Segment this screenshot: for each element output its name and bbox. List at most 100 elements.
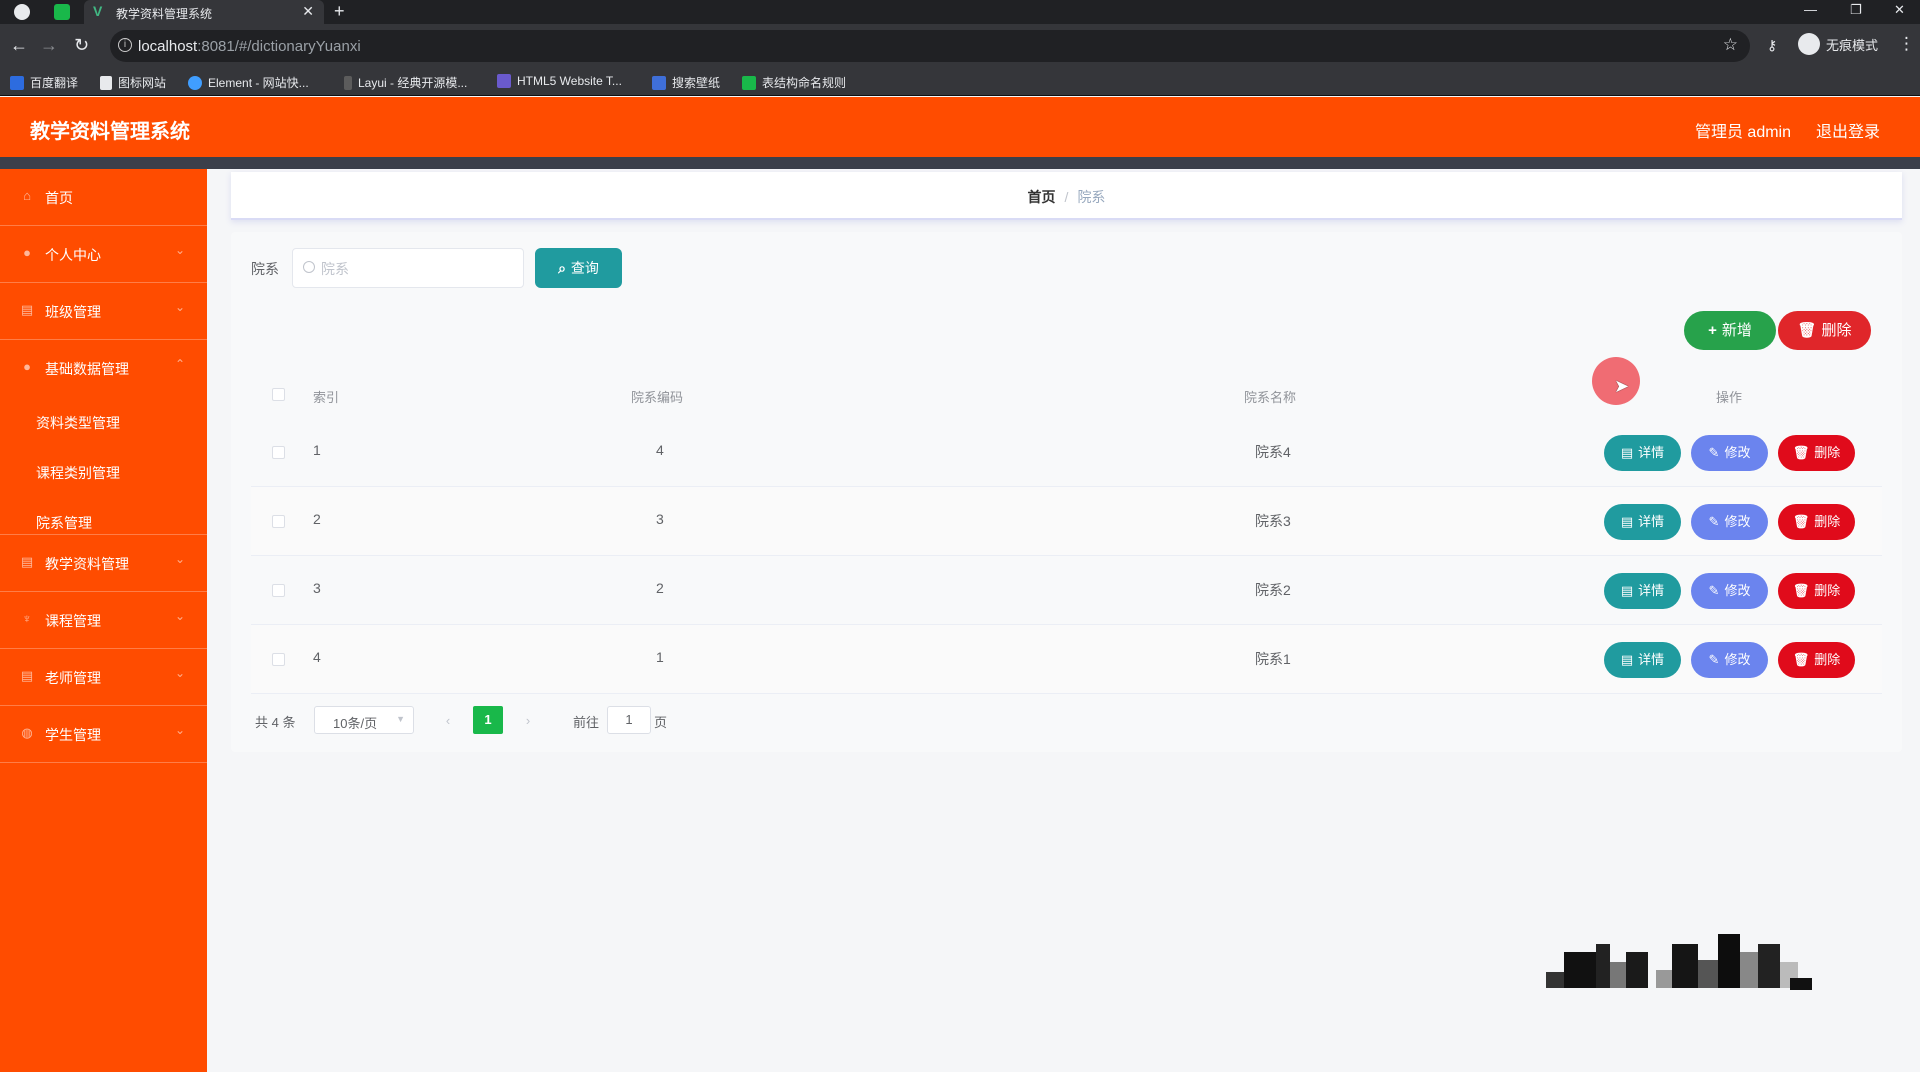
bookmark-star-icon[interactable]: ☆ bbox=[1723, 35, 1738, 55]
vue-logo-icon: V bbox=[93, 3, 103, 19]
pencil-icon: ✎ bbox=[1708, 514, 1720, 529]
incognito-icon[interactable] bbox=[1798, 33, 1820, 55]
delete-button[interactable]: 🗑 删除 bbox=[1778, 642, 1855, 678]
pagination-total: 共 4 条 bbox=[255, 715, 296, 730]
sidebar-subitem-material-type[interactable]: 资料类型管理 bbox=[0, 396, 207, 446]
bookmark-item[interactable]: Layui - 经典开源模... bbox=[344, 74, 467, 91]
sidebar-subitem-course-category[interactable]: 课程类别管理 bbox=[0, 446, 207, 496]
page-number-current[interactable]: 1 bbox=[473, 706, 503, 734]
browser-tab-active[interactable]: V 教学资料管理系统 ✕ bbox=[84, 0, 324, 24]
detail-button[interactable]: ▤ 详情 bbox=[1604, 504, 1681, 540]
reload-icon[interactable]: ↻ bbox=[74, 36, 89, 54]
edit-button[interactable]: ✎ 修改 bbox=[1691, 435, 1768, 471]
chevron-down-icon: ⌄ bbox=[174, 609, 185, 623]
grid-icon: ▤ bbox=[20, 668, 34, 683]
site-info-icon[interactable]: i bbox=[118, 38, 132, 52]
sidebar-item-label: 教学资料管理 bbox=[45, 556, 129, 572]
document-icon: ▤ bbox=[1620, 652, 1634, 667]
delete-button[interactable]: 🗑 删除 bbox=[1778, 573, 1855, 609]
cell-index: 4 bbox=[313, 649, 321, 665]
sidebar-item-student[interactable]: ◍ 学生管理 ⌄ bbox=[0, 706, 207, 763]
forward-arrow-icon[interactable]: → bbox=[40, 36, 58, 54]
row-checkbox[interactable] bbox=[272, 653, 285, 666]
batch-delete-button[interactable]: 🗑 删除 bbox=[1778, 311, 1871, 350]
sidebar-item-teaching-materials[interactable]: ▤ 教学资料管理 ⌄ bbox=[0, 535, 207, 592]
bookmark-item[interactable]: HTML5 Website T... bbox=[497, 74, 622, 88]
detail-button[interactable]: ▤ 详情 bbox=[1604, 573, 1681, 609]
sidebar-item-basic-data[interactable]: ● 基础数据管理 ⌃ bbox=[0, 340, 207, 397]
app-title: 教学资料管理系统 bbox=[30, 121, 190, 143]
bookmark-item[interactable]: 图标网站 bbox=[100, 74, 166, 91]
new-tab-icon[interactable]: + bbox=[334, 1, 345, 22]
sidebar-item-teacher[interactable]: ▤ 老师管理 ⌄ bbox=[0, 649, 207, 706]
bookmark-item[interactable]: 表结构命名规则 bbox=[742, 74, 846, 91]
table-row: 2 3 院系3 ▤ 详情 ✎ 修改 🗑 删除 bbox=[251, 487, 1882, 556]
sidebar-item-label: 个人中心 bbox=[45, 247, 101, 263]
breadcrumb-home[interactable]: 首页 bbox=[1028, 189, 1056, 205]
sidebar: ⌂ 首页 ● 个人中心 ⌄ ▤ 班级管理 ⌄ ● 基础数据管理 ⌃ 资料类型管理… bbox=[0, 169, 207, 1072]
detail-button[interactable]: ▤ 详情 bbox=[1604, 642, 1681, 678]
goto-page-input[interactable]: 1 bbox=[607, 706, 651, 734]
delete-button[interactable]: 🗑 删除 bbox=[1778, 435, 1855, 471]
pinned-tab-icon[interactable] bbox=[54, 4, 70, 20]
window-close-icon[interactable]: ✕ bbox=[1894, 2, 1905, 18]
cell-index: 1 bbox=[313, 442, 321, 458]
page-size-value: 10条/页 bbox=[333, 716, 378, 731]
sidebar-item-course[interactable]: ♆ 课程管理 ⌄ bbox=[0, 592, 207, 649]
incognito-label[interactable]: 无痕模式 bbox=[1826, 35, 1878, 54]
pixelated-watermark bbox=[1546, 934, 1814, 1004]
flag-icon bbox=[100, 76, 112, 90]
key-icon[interactable]: ⚷ bbox=[1767, 37, 1777, 54]
select-all-checkbox[interactable] bbox=[272, 388, 285, 401]
restore-icon[interactable]: ❐ bbox=[1850, 2, 1862, 18]
next-page-button[interactable]: › bbox=[513, 708, 543, 734]
trash-icon: 🗑 bbox=[1792, 514, 1810, 529]
sidebar-item-label: 老师管理 bbox=[45, 670, 101, 686]
bookmarks-bar: 百度翻译 图标网站 Element - 网站快... Layui - 经典开源模… bbox=[0, 68, 1920, 96]
breadcrumb-current: 院系 bbox=[1077, 189, 1106, 205]
bookmark-item[interactable]: 搜索壁纸 bbox=[652, 74, 720, 91]
browser-menu-icon[interactable]: ⋮ bbox=[1898, 34, 1915, 54]
document-icon: ▤ bbox=[1620, 583, 1634, 598]
query-button[interactable]: ⌕ 查询 bbox=[535, 248, 622, 288]
table-row: 3 2 院系2 ▤ 详情 ✎ 修改 🗑 删除 bbox=[251, 556, 1882, 625]
search-input[interactable] bbox=[321, 258, 517, 280]
minimize-icon[interactable]: — bbox=[1804, 2, 1817, 17]
bookmark-item[interactable]: 百度翻译 bbox=[10, 74, 78, 91]
cell-code: 3 bbox=[656, 511, 664, 527]
breadcrumb: 首页 / 院系 bbox=[231, 172, 1902, 220]
browser-globe-icon[interactable] bbox=[14, 4, 30, 20]
sidebar-item-class[interactable]: ▤ 班级管理 ⌄ bbox=[0, 283, 207, 340]
detail-button[interactable]: ▤ 详情 bbox=[1604, 435, 1681, 471]
close-tab-icon[interactable]: ✕ bbox=[302, 3, 314, 20]
search-label: 院系 bbox=[251, 261, 279, 277]
html5-logo-icon bbox=[497, 74, 511, 88]
sidebar-item-label: 基础数据管理 bbox=[45, 361, 129, 377]
row-checkbox[interactable] bbox=[272, 515, 285, 528]
logout-link[interactable]: 退出登录 bbox=[1816, 118, 1880, 142]
add-button[interactable]: + 新增 bbox=[1684, 311, 1776, 350]
table-row: 1 4 院系4 ▤ 详情 ✎ 修改 🗑 删除 bbox=[251, 418, 1882, 487]
back-arrow-icon[interactable]: ← bbox=[10, 36, 28, 54]
user-icon: ● bbox=[23, 359, 31, 374]
row-checkbox[interactable] bbox=[272, 584, 285, 597]
row-checkbox[interactable] bbox=[272, 446, 285, 459]
bookmark-item[interactable]: Element - 网站快... bbox=[188, 74, 309, 91]
wallpaper-logo-icon bbox=[652, 76, 666, 90]
sidebar-item-profile[interactable]: ● 个人中心 ⌄ bbox=[0, 226, 207, 283]
delete-button[interactable]: 🗑 删除 bbox=[1778, 504, 1855, 540]
search-input-wrapper[interactable] bbox=[292, 248, 524, 288]
edit-button[interactable]: ✎ 修改 bbox=[1691, 642, 1768, 678]
edit-button[interactable]: ✎ 修改 bbox=[1691, 504, 1768, 540]
document-icon: ▤ bbox=[1620, 445, 1634, 460]
grid-icon: ▤ bbox=[20, 302, 34, 317]
page-size-select[interactable]: 10条/页 ▼ bbox=[314, 706, 414, 734]
edit-button[interactable]: ✎ 修改 bbox=[1691, 573, 1768, 609]
url-field[interactable]: i localhost:8081/#/dictionaryYuanxi ☆ bbox=[110, 30, 1750, 62]
browser-tab-bar: V 教学资料管理系统 ✕ + — ❐ ✕ bbox=[0, 0, 1920, 24]
sidebar-subitem-label: 课程类别管理 bbox=[36, 465, 120, 481]
goto-label: 前往 bbox=[573, 715, 600, 730]
prev-page-button[interactable]: ‹ bbox=[433, 708, 463, 734]
sidebar-item-home[interactable]: ⌂ 首页 bbox=[0, 169, 207, 226]
chevron-down-icon: ⌄ bbox=[174, 243, 185, 257]
